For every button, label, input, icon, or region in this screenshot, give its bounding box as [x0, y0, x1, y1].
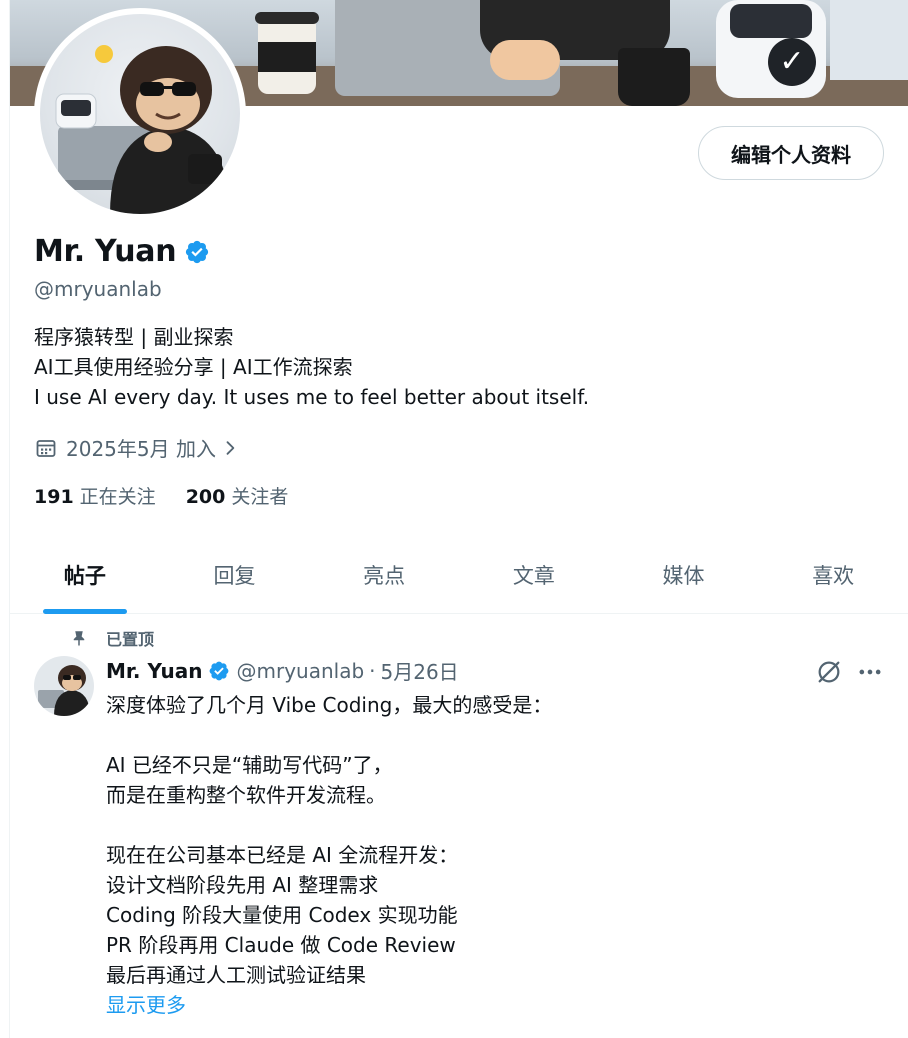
tab-label: 回复	[213, 564, 256, 588]
grok-icon[interactable]	[815, 658, 843, 686]
display-name: Mr. Yuan	[34, 234, 177, 269]
following-label: 正在关注	[79, 486, 156, 508]
followers-count: 200	[185, 486, 226, 508]
post-line: 深度体验了几个月 Vibe Coding，最大的感受是：	[106, 693, 553, 717]
meta-separator: ·	[369, 658, 376, 683]
edit-profile-button[interactable]: 编辑个人资料	[698, 126, 884, 180]
pinned-label: 已置顶	[106, 630, 155, 649]
post-line: 最后再通过人工测试验证结果	[106, 963, 366, 987]
monkey-avatar-illustration	[50, 45, 230, 214]
post-line: 现在在公司基本已经是 AI 全流程开发：	[106, 843, 459, 867]
joined-date[interactable]: 2025年5月 加入	[34, 433, 240, 462]
banner-hand	[490, 40, 560, 80]
followers-link[interactable]: 200 关注者	[186, 482, 289, 509]
post-body[interactable]: 深度体验了几个月 Vibe Coding，最大的感受是： AI 已经不只是“辅助…	[106, 690, 552, 1020]
tab-likes[interactable]: 喜欢	[758, 536, 908, 614]
follow-stats: 191 正在关注 200 关注者	[34, 482, 318, 509]
show-more-link[interactable]: 显示更多	[106, 990, 552, 1020]
tab-label: 文章	[512, 564, 555, 588]
tab-highlights[interactable]: 亮点	[309, 536, 459, 614]
joined-label: 2025年5月 加入	[66, 437, 216, 461]
post-line: Coding 阶段大量使用 Codex 实现功能	[106, 903, 458, 927]
tab-posts[interactable]: 帖子	[10, 536, 160, 614]
bio-line: I use AI every day. It uses me to feel b…	[34, 385, 590, 409]
post-author-handle[interactable]: @mryuanlab	[236, 659, 364, 683]
post-line: PR 阶段再用 Claude 做 Code Review	[106, 933, 456, 957]
calendar-icon	[36, 439, 56, 457]
tab-label: 媒体	[662, 564, 705, 588]
tab-articles[interactable]: 文章	[459, 536, 609, 614]
followers-label: 关注者	[231, 486, 289, 508]
bio-line: 程序猿转型 | 副业探索	[34, 325, 234, 349]
tab-label: 喜欢	[812, 564, 855, 588]
tab-media[interactable]: 媒体	[609, 536, 759, 614]
post-line-blank	[106, 810, 552, 840]
banner-robot: ✓	[716, 0, 826, 98]
verified-badge-icon[interactable]	[184, 239, 210, 265]
profile-name-row: Mr. Yuan	[34, 234, 210, 269]
post-author-avatar[interactable]	[34, 656, 94, 716]
tab-label: 帖子	[63, 564, 106, 588]
bio-line: AI工具使用经验分享 | AI工作流探索	[34, 355, 353, 379]
pinned-indicator: 已置顶	[70, 626, 154, 650]
more-icon[interactable]	[856, 658, 884, 686]
monkey-avatar-illustration	[38, 665, 90, 716]
tab-replies[interactable]: 回复	[160, 536, 310, 614]
banner-mug	[618, 48, 690, 106]
following-link[interactable]: 191 正在关注	[34, 482, 156, 509]
profile-handle: @mryuanlab	[34, 277, 162, 301]
active-tab-indicator	[42, 609, 127, 614]
chevron-right-icon	[226, 440, 235, 455]
left-border	[0, 0, 10, 1038]
verified-badge-icon[interactable]	[208, 660, 230, 682]
following-count: 191	[34, 486, 74, 508]
tab-label: 亮点	[363, 564, 406, 588]
post-line: 而是在重构整个软件开发流程。	[106, 783, 386, 807]
profile-tabs: 帖子 回复 亮点 文章 媒体 喜欢	[10, 536, 908, 614]
banner-coffee-cup	[255, 12, 319, 94]
banner-window	[830, 0, 908, 80]
post-date[interactable]: 5月26日	[381, 656, 459, 685]
post-header: Mr. Yuan @mryuanlab · 5月26日	[106, 656, 459, 685]
post-line-blank	[106, 720, 552, 750]
profile-bio: 程序猿转型 | 副业探索 AI工具使用经验分享 | AI工作流探索 I use …	[34, 322, 589, 412]
post-line: 设计文档阶段先用 AI 整理需求	[106, 873, 379, 897]
profile-avatar[interactable]	[34, 8, 246, 220]
pin-icon	[73, 631, 85, 647]
post-author-name[interactable]: Mr. Yuan	[106, 659, 202, 683]
post-line: AI 已经不只是“辅助写代码”了，	[106, 753, 393, 777]
